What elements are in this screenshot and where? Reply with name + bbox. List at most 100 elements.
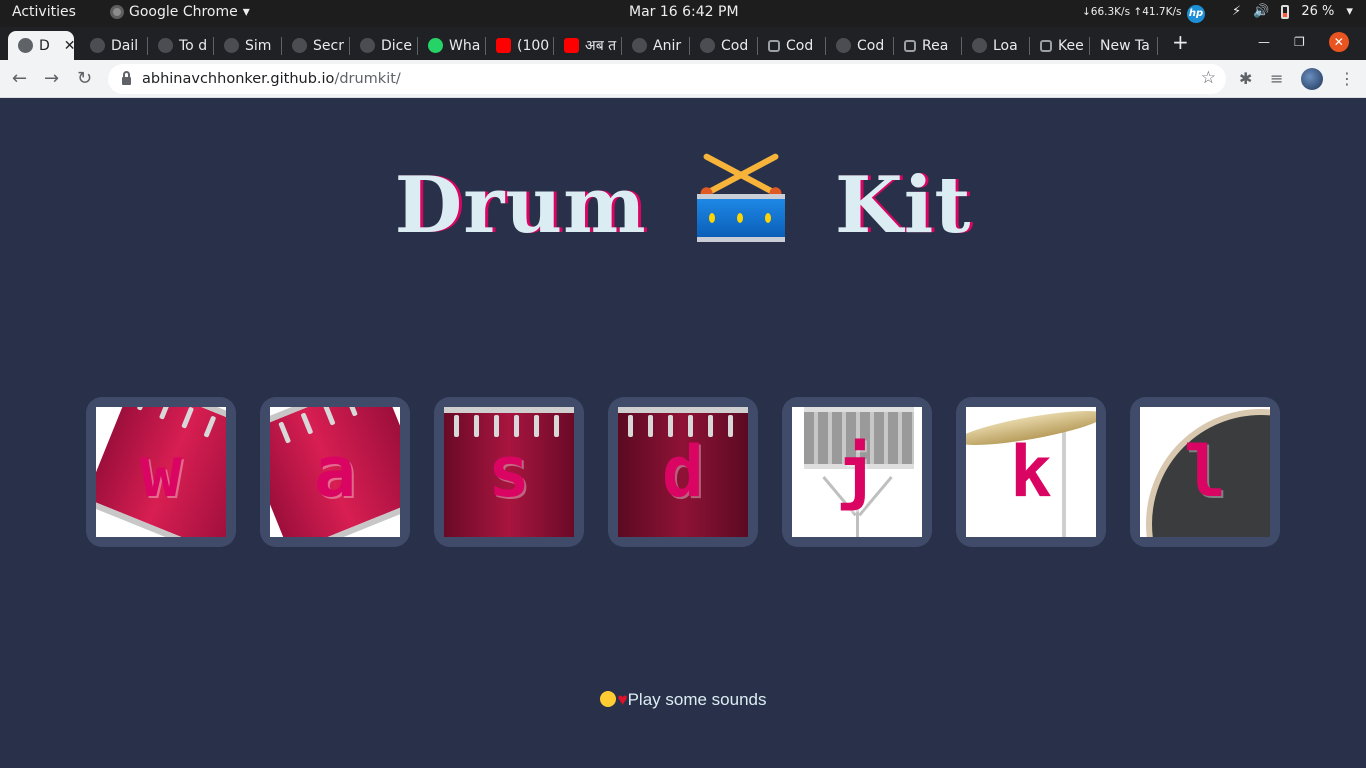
drum-letter: w: [139, 431, 183, 513]
network-icon: ⚡: [1232, 4, 1242, 19]
volume-icon: 🔊: [1253, 4, 1270, 19]
tab-item[interactable]: Kee: [1030, 31, 1090, 60]
close-icon[interactable]: ✕: [64, 38, 74, 54]
tab-label: Anir: [653, 37, 682, 54]
tab-item[interactable]: अब त: [554, 31, 622, 60]
new-tab-button[interactable]: +: [1172, 30, 1189, 54]
profile-avatar[interactable]: [1301, 68, 1323, 90]
system-tray[interactable]: ⚡ 🔊 26 % ▾: [1232, 4, 1353, 19]
tab-item[interactable]: To d: [148, 31, 214, 60]
tab-item[interactable]: Cod: [758, 31, 826, 60]
globe-icon: [292, 38, 307, 53]
chevron-down-icon: ▾: [1346, 4, 1353, 19]
tab-item[interactable]: Loa: [962, 31, 1030, 60]
tab-label: Cod: [857, 37, 885, 54]
browser-toolbar: ← → ↻ abhinavchhonker.github.io/drumkit/…: [0, 60, 1366, 98]
tom3-image: s: [444, 407, 574, 537]
tab-item[interactable]: (100: [486, 31, 554, 60]
tab-item[interactable]: Dail: [80, 31, 148, 60]
cube-icon: [1040, 39, 1052, 52]
chrome-icon: [110, 5, 124, 19]
back-icon[interactable]: ←: [12, 68, 27, 89]
network-speed: ↓66.3K/s ↑41.7K/s: [1082, 6, 1182, 18]
tab-item[interactable]: Cod: [826, 31, 894, 60]
drum-icon: [695, 152, 787, 246]
reload-icon[interactable]: ↻: [77, 68, 92, 89]
lock-icon[interactable]: [122, 71, 131, 85]
drum-letter: s: [487, 431, 531, 513]
menu-kebab-icon[interactable]: ⋮: [1339, 69, 1355, 88]
drum-letter: d: [661, 431, 705, 513]
tab-label: Dail: [111, 37, 139, 54]
media-control-icon[interactable]: ≡: [1270, 69, 1283, 88]
footer-text: Play some sounds: [627, 690, 767, 709]
close-window-icon[interactable]: ✕: [1328, 32, 1349, 52]
tab-label: Loa: [993, 37, 1018, 54]
bookmark-star-icon[interactable]: ☆: [1201, 68, 1216, 88]
url-host: abhinavchhonker.github.io: [142, 71, 335, 87]
chevron-down-icon: ▾: [242, 4, 250, 20]
tab-item[interactable]: Sim: [214, 31, 282, 60]
drum-letter: a: [313, 431, 357, 513]
heart-icon: ♥: [617, 690, 628, 709]
address-bar[interactable]: abhinavchhonker.github.io/drumkit/ ☆: [108, 64, 1226, 94]
tab-label: New Ta: [1100, 37, 1150, 54]
globe-icon: [632, 38, 647, 53]
clock[interactable]: Mar 16 6:42 PM: [629, 4, 739, 20]
forward-icon[interactable]: →: [44, 68, 59, 89]
kick-image: l: [1140, 407, 1270, 537]
cube-icon: [768, 39, 780, 52]
tab-item[interactable]: Secr: [282, 31, 350, 60]
footer: ♥Play some sounds: [0, 690, 1366, 710]
system-top-bar: Activities Google Chrome ▾ Mar 16 6:42 P…: [0, 0, 1366, 27]
youtube-icon: [564, 38, 579, 53]
drum-button-a[interactable]: a: [260, 397, 410, 547]
tab-label: (100: [517, 37, 550, 54]
battery-icon: [1281, 4, 1290, 19]
activities-button[interactable]: Activities: [12, 4, 76, 20]
drum-button-w[interactable]: w: [86, 397, 236, 547]
minimize-icon[interactable]: —: [1258, 35, 1270, 49]
app-menu[interactable]: Google Chrome ▾: [110, 4, 250, 20]
page-content: Drum Kit w a s d j k l ♥Play some sounds: [0, 98, 1366, 768]
globe-icon: [972, 38, 987, 53]
drum-letter: j: [835, 431, 879, 513]
tab-label: Secr: [313, 37, 344, 54]
page-title: Drum Kit: [0, 152, 1366, 251]
battery-percent: 26 %: [1301, 4, 1335, 19]
extensions-icon[interactable]: ✱: [1239, 69, 1252, 88]
tab-item[interactable]: Wha: [418, 31, 486, 60]
drum-letter: k: [1009, 431, 1053, 513]
maximize-icon[interactable]: ❐: [1294, 35, 1305, 49]
tab-item[interactable]: Rea: [894, 31, 962, 60]
drum-button-j[interactable]: j: [782, 397, 932, 547]
tab-item[interactable]: Anir: [622, 31, 690, 60]
drum-button-k[interactable]: k: [956, 397, 1106, 547]
tab-drumkit[interactable]: D ✕: [8, 31, 74, 60]
hp-icon[interactable]: hp: [1187, 5, 1205, 23]
globe-icon: [158, 38, 173, 53]
tab-item[interactable]: New Ta: [1090, 31, 1158, 60]
globe-icon: [700, 38, 715, 53]
tab-label: To d: [179, 37, 208, 54]
globe-icon: [224, 38, 239, 53]
drum-button-d[interactable]: d: [608, 397, 758, 547]
snare-image: j: [792, 407, 922, 537]
cube-icon: [904, 39, 916, 52]
crash-image: k: [966, 407, 1096, 537]
tab-label: Rea: [922, 37, 949, 54]
globe-icon: [836, 38, 851, 53]
tom4-image: d: [618, 407, 748, 537]
drum-set: w a s d j k l: [86, 397, 1280, 547]
globe-icon: [18, 38, 33, 53]
tab-label: D: [39, 37, 50, 54]
drum-button-l[interactable]: l: [1130, 397, 1280, 547]
tab-label: Cod: [721, 37, 749, 54]
url-path: /drumkit/: [334, 71, 401, 87]
youtube-icon: [496, 38, 511, 53]
tab-item[interactable]: Dice: [350, 31, 418, 60]
drum-button-s[interactable]: s: [434, 397, 584, 547]
title-kit: Kit: [834, 160, 972, 251]
globe-icon: [90, 38, 105, 53]
tab-item[interactable]: Cod: [690, 31, 758, 60]
